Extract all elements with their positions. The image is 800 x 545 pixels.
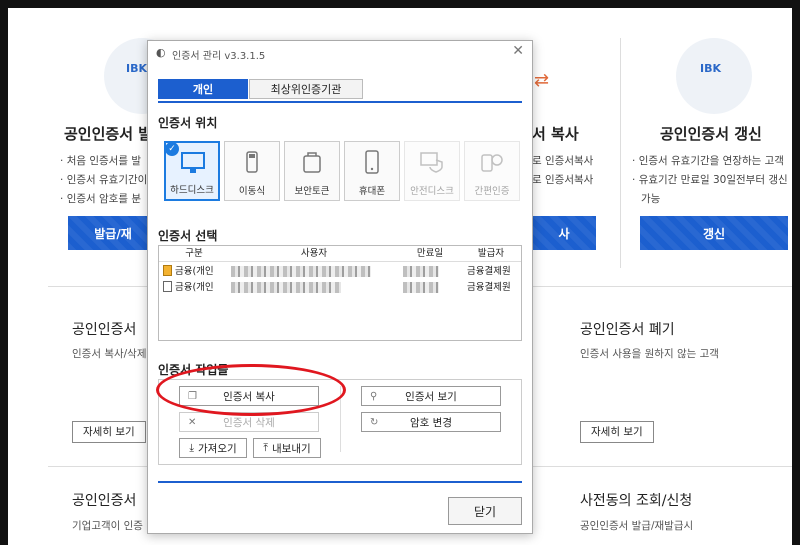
redacted-user xyxy=(231,282,341,293)
location-simple-auth: 간편인증 xyxy=(464,141,520,201)
location-label: 하드디스크 xyxy=(170,185,214,196)
phone-icon xyxy=(365,150,379,174)
row-type: 금융(개인 xyxy=(175,266,214,277)
export-button[interactable]: ⤒ 내보내기 xyxy=(253,438,321,458)
row-type: 금융(개인 xyxy=(175,282,214,293)
export-icon: ⤒ xyxy=(263,441,268,454)
location-label: 휴대폰 xyxy=(358,186,386,197)
location-label: 안전디스크 xyxy=(410,186,454,197)
close-icon[interactable]: ✕ xyxy=(512,43,524,59)
select-section-title: 인증서 선택 xyxy=(158,229,218,243)
location-phone[interactable]: 휴대폰 xyxy=(344,141,400,201)
location-token[interactable]: 보안토큰 xyxy=(284,141,340,201)
table-row[interactable]: 금융(개인 금융결제원 xyxy=(159,264,521,279)
row-issuer: 금융결제원 xyxy=(467,282,511,293)
location-removable[interactable]: 이동식 xyxy=(224,141,280,201)
check-icon: ✓ xyxy=(165,142,179,156)
tab-root-ca[interactable]: 최상위인증기관 xyxy=(249,79,363,99)
app-logo-icon: ◐ xyxy=(156,46,166,59)
simple-auth-icon xyxy=(481,154,503,172)
location-label: 보안토큰 xyxy=(294,186,330,197)
cert-valid-icon xyxy=(163,265,172,276)
location-label: 이동식 xyxy=(238,186,266,197)
delete-icon: ✕ xyxy=(188,416,197,428)
cert-doc-icon xyxy=(163,281,172,292)
table-row[interactable]: 금융(개인 금융결제원 xyxy=(159,280,521,295)
refresh-icon: ↻ xyxy=(370,416,379,428)
col-header-issuer: 발급자 xyxy=(461,246,521,262)
col-header-expiry: 만료일 xyxy=(399,246,461,262)
highlight-ellipse xyxy=(156,364,346,416)
redacted-user xyxy=(231,266,371,277)
row-issuer: 금융결제원 xyxy=(467,266,511,277)
import-button[interactable]: ⤓ 가져오기 xyxy=(179,438,247,458)
location-harddisk[interactable]: ✓ 하드디스크 xyxy=(164,141,220,201)
redacted-expiry xyxy=(403,282,439,293)
tab-bar: 개인 최상위인증기관 xyxy=(158,79,522,103)
tab-personal[interactable]: 개인 xyxy=(158,79,248,99)
col-header-user: 사용자 xyxy=(229,246,399,262)
usb-icon xyxy=(246,151,258,173)
safe-disk-icon xyxy=(420,152,443,173)
cert-table: 구분 사용자 만료일 발급자 금융(개인 금융결제원 금융(개인 금융결제원 xyxy=(158,245,522,341)
import-icon: ⤓ xyxy=(189,441,194,454)
close-button[interactable]: 닫기 xyxy=(448,497,522,525)
dialog-divider xyxy=(158,481,522,483)
location-section-title: 인증서 위치 xyxy=(158,116,218,130)
cert-manager-dialog: ◐ 인증서 관리 v3.3.1.5 ✕ 개인 최상위인증기관 인증서 위치 ✓ … xyxy=(147,40,533,534)
col-header-type: 구분 xyxy=(159,246,229,262)
location-safe-disk: 안전디스크 xyxy=(404,141,460,201)
location-label: 간편인증 xyxy=(474,186,510,197)
view-cert-button[interactable]: ⚲ 인증서 보기 xyxy=(361,386,501,406)
token-icon xyxy=(303,152,321,173)
search-icon: ⚲ xyxy=(370,390,378,402)
change-password-button[interactable]: ↻ 암호 변경 xyxy=(361,412,501,432)
monitor-icon xyxy=(181,152,205,173)
redacted-expiry xyxy=(403,266,439,277)
dialog-title: 인증서 관리 v3.3.1.5 xyxy=(172,51,266,62)
